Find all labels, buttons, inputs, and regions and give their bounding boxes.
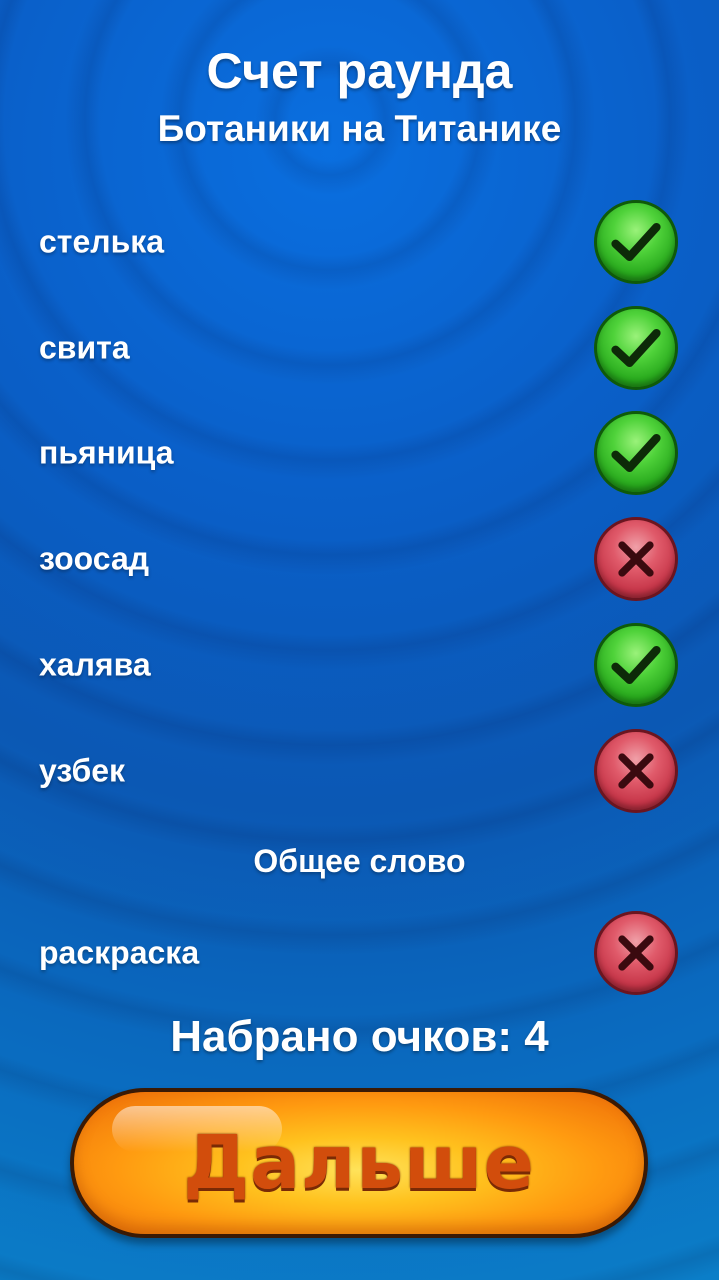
- next-button[interactable]: Дальше: [70, 1088, 648, 1238]
- word-label: узбек: [39, 752, 126, 789]
- word-row: узбек: [0, 726, 719, 816]
- word-row: халява: [0, 620, 719, 710]
- score-total: Набрано очков: 4: [170, 1012, 549, 1061]
- word-label: зоосад: [39, 540, 150, 577]
- word-label: халява: [39, 646, 151, 683]
- cross-icon[interactable]: [594, 911, 678, 995]
- word-label: раскраска: [39, 934, 200, 971]
- team-name: Ботаники на Титанике: [157, 108, 562, 149]
- word-row: зоосад: [0, 514, 719, 604]
- word-row: свита: [0, 303, 719, 393]
- word-label: свита: [39, 329, 130, 366]
- check-icon[interactable]: [594, 623, 678, 707]
- next-button-label: Дальше: [183, 1120, 535, 1206]
- word-label: стелька: [39, 223, 165, 260]
- check-icon[interactable]: [594, 411, 678, 495]
- common-word-heading: Общее слово: [253, 843, 466, 879]
- word-row: стелька: [0, 197, 719, 287]
- check-icon[interactable]: [594, 306, 678, 390]
- round-score-title: Счет раунда: [206, 43, 513, 99]
- cross-icon[interactable]: [594, 517, 678, 601]
- common-word-row: раскраска: [0, 908, 719, 998]
- word-label: пьяница: [39, 434, 174, 471]
- check-icon[interactable]: [594, 200, 678, 284]
- cross-icon[interactable]: [594, 729, 678, 813]
- word-row: пьяница: [0, 408, 719, 498]
